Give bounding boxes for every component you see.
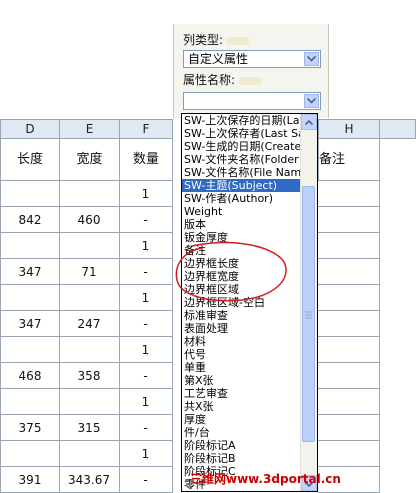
table-cell[interactable]: 1: [119, 337, 173, 363]
table-cell[interactable]: -: [119, 467, 173, 493]
dropdown-option[interactable]: 代号: [182, 348, 302, 361]
dropdown-option[interactable]: Weight: [182, 205, 302, 218]
header-width: 宽度: [59, 139, 120, 181]
dropdown-option[interactable]: 厚度: [182, 413, 302, 426]
table-cell[interactable]: -: [119, 259, 173, 285]
table-cell[interactable]: [318, 233, 380, 259]
table-cell[interactable]: 358: [59, 363, 120, 389]
column-header-h[interactable]: H: [318, 119, 380, 139]
column-header-f[interactable]: F: [119, 119, 173, 139]
table-cell[interactable]: -: [119, 207, 173, 233]
property-name-select[interactable]: [183, 92, 321, 110]
dropdown-option[interactable]: SW-主题(Subject): [182, 179, 302, 192]
dropdown-option[interactable]: SW-文件名称(File Name: [182, 166, 302, 179]
table-cell[interactable]: [59, 389, 120, 415]
table-cell[interactable]: [0, 181, 60, 207]
table-cell[interactable]: [318, 415, 380, 441]
table-cell[interactable]: [0, 285, 60, 311]
dropdown-option[interactable]: SW-上次保存的日期(La: [182, 114, 302, 127]
table-cell[interactable]: 1: [119, 233, 173, 259]
table-cell[interactable]: 343.67: [59, 467, 120, 493]
table-cell[interactable]: 1: [119, 181, 173, 207]
chevron-down-icon[interactable]: [304, 94, 319, 108]
dropdown-option[interactable]: SW-生成的日期(Create: [182, 140, 302, 153]
dropdown-items: SW-上次保存的日期(La SW-上次保存者(Last Sa SW-生成的日期(Cr…: [182, 114, 302, 491]
table-cell[interactable]: [318, 389, 380, 415]
dropdown-option[interactable]: 版本: [182, 218, 302, 231]
table-cell[interactable]: [318, 311, 380, 337]
dropdown-option[interactable]: 件/台: [182, 426, 302, 439]
dropdown-option[interactable]: 边界框宽度: [182, 270, 302, 283]
dropdown-option[interactable]: 备注: [182, 244, 302, 257]
column-header-e[interactable]: E: [59, 119, 120, 139]
table-cell[interactable]: [0, 337, 60, 363]
table-cell[interactable]: [318, 441, 380, 467]
dropdown-option[interactable]: 边界框区域: [182, 283, 302, 296]
table-cell[interactable]: [59, 337, 120, 363]
table-cell[interactable]: 1: [119, 441, 173, 467]
scroll-up-button[interactable]: [301, 114, 317, 130]
table-cell[interactable]: 842: [0, 207, 60, 233]
dropdown-option[interactable]: 材料: [182, 335, 302, 348]
dropdown-option[interactable]: 表面处理: [182, 322, 302, 335]
dropdown-option[interactable]: 第X张: [182, 374, 302, 387]
table-cell[interactable]: [318, 363, 380, 389]
table-cell[interactable]: -: [119, 311, 173, 337]
table-cell[interactable]: [0, 233, 60, 259]
table-cell[interactable]: -: [119, 363, 173, 389]
column-header-d[interactable]: D: [0, 119, 60, 139]
table-cell[interactable]: 391: [0, 467, 60, 493]
table-cell[interactable]: 315: [59, 415, 120, 441]
header-remarks: 备注: [318, 139, 380, 181]
dropdown-option[interactable]: SW-文件夹名称(Folder: [182, 153, 302, 166]
column-header-blank: [379, 119, 416, 139]
table-cell[interactable]: 347: [0, 311, 60, 337]
table-cell[interactable]: 1: [119, 389, 173, 415]
header-length: 长度: [0, 139, 60, 181]
dropdown-option[interactable]: 阶段标记B: [182, 452, 302, 465]
grip-icon: [305, 311, 312, 319]
dropdown-option[interactable]: SW-作者(Author): [182, 192, 302, 205]
table-cell[interactable]: [0, 441, 60, 467]
table-cell[interactable]: [0, 389, 60, 415]
dropdown-option[interactable]: 单重: [182, 361, 302, 374]
table-cell[interactable]: [59, 181, 120, 207]
dropdown-option[interactable]: 标准审查: [182, 309, 302, 322]
column-type-label: 列类型:: [183, 31, 250, 48]
table-cell[interactable]: [318, 337, 380, 363]
dropdown-option[interactable]: 工艺审查: [182, 387, 302, 400]
property-dropdown-list[interactable]: SW-上次保存的日期(La SW-上次保存者(Last Sa SW-生成的日期(Cr…: [181, 113, 318, 492]
table-cell[interactable]: 1: [119, 285, 173, 311]
watermark: 三维网www.3dportal.cn: [190, 472, 341, 486]
dropdown-option[interactable]: 钣金厚度: [182, 231, 302, 244]
table-cell[interactable]: 468: [0, 363, 60, 389]
property-panel: 列类型: 自定义属性 属性名称:: [173, 24, 329, 118]
dropdown-option[interactable]: 共X张: [182, 400, 302, 413]
table-cell[interactable]: 71: [59, 259, 120, 285]
table-cell[interactable]: [318, 181, 380, 207]
table-cell[interactable]: [59, 441, 120, 467]
table-cell[interactable]: 460: [59, 207, 120, 233]
header-quantity: 数量: [119, 139, 173, 181]
dropdown-option[interactable]: 边界框长度: [182, 257, 302, 270]
table-cell[interactable]: 247: [59, 311, 120, 337]
property-name-label: 属性名称:: [183, 71, 262, 88]
table-cell[interactable]: [318, 207, 380, 233]
table-cell[interactable]: [318, 259, 380, 285]
dropdown-option[interactable]: 阶段标记A: [182, 439, 302, 452]
scroll-thumb[interactable]: [302, 186, 315, 442]
table-cell[interactable]: [59, 285, 120, 311]
dropdown-option[interactable]: 边界框区域-空白: [182, 296, 302, 309]
table-cell[interactable]: [318, 285, 380, 311]
table-cell[interactable]: [59, 233, 120, 259]
dropdown-scrollbar[interactable]: [300, 114, 317, 491]
column-type-value: 自定义属性: [188, 52, 249, 66]
column-type-select[interactable]: 自定义属性: [183, 50, 321, 68]
chevron-down-icon[interactable]: [304, 52, 319, 66]
table-cell[interactable]: -: [119, 415, 173, 441]
table-cell[interactable]: 375: [0, 415, 60, 441]
table-cell[interactable]: 347: [0, 259, 60, 285]
chevron-up-icon: [304, 119, 314, 126]
dropdown-option[interactable]: SW-上次保存者(Last Sa: [182, 127, 302, 140]
